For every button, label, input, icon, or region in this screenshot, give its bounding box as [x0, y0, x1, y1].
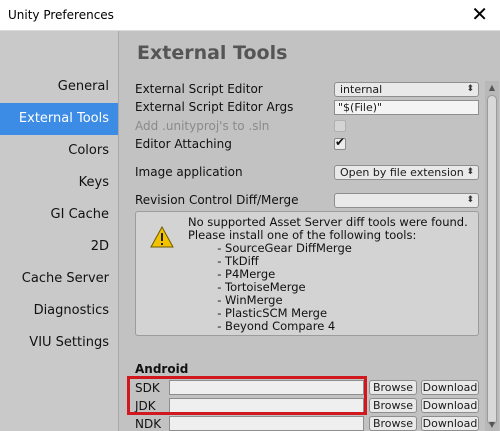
editor-attaching-checkbox[interactable]: ✔: [334, 135, 346, 150]
ndk-path-field[interactable]: [169, 416, 364, 431]
sidebar-item-external-tools[interactable]: External Tools: [0, 103, 118, 135]
external-script-editor-args-label: External Script Editor Args: [135, 100, 294, 114]
revision-control-label: Revision Control Diff/Merge: [135, 193, 299, 207]
image-application-value: Open by file extension: [340, 166, 464, 179]
window-title: Unity Preferences: [8, 8, 114, 22]
warning-icon: [150, 226, 174, 248]
chevron-updown-icon: ⬍: [466, 84, 474, 94]
sidebar-item-viu-settings[interactable]: VIU Settings: [0, 327, 118, 359]
page-title: External Tools: [137, 42, 288, 64]
external-script-editor-label: External Script Editor: [135, 82, 263, 96]
sidebar-item-general[interactable]: General: [0, 71, 118, 103]
annotation-highlight-box: [127, 376, 367, 415]
scroll-up-icon[interactable]: ▲: [485, 82, 499, 94]
external-script-editor-value: internal: [340, 83, 383, 96]
scroll-down-icon[interactable]: ▼: [485, 419, 499, 431]
preferences-content: External Tools External Script Editor in…: [119, 31, 500, 431]
sidebar-item-colors[interactable]: Colors: [0, 135, 118, 167]
jdk-browse-button[interactable]: Browse: [369, 398, 417, 413]
sidebar: General External Tools Colors Keys GI Ca…: [0, 31, 119, 431]
external-script-editor-args-input[interactable]: "$(File)": [334, 100, 479, 115]
ndk-download-button[interactable]: Download: [421, 416, 479, 431]
close-icon[interactable]: ✕: [471, 3, 488, 25]
sidebar-item-diagnostics[interactable]: Diagnostics: [0, 295, 118, 327]
jdk-download-button[interactable]: Download: [421, 398, 479, 413]
sidebar-item-cache-server[interactable]: Cache Server: [0, 263, 118, 295]
checkmark-icon: ✔: [335, 135, 346, 149]
chevron-updown-icon: ⬍: [466, 167, 474, 177]
vertical-scrollbar[interactable]: ▲ ▼: [485, 81, 499, 431]
sdk-browse-button[interactable]: Browse: [369, 380, 417, 395]
ndk-label: NDK: [135, 417, 162, 431]
add-unityproj-checkbox: [334, 120, 346, 132]
chevron-updown-icon: ⬍: [466, 195, 474, 205]
warning-help-box: No supported Asset Server diff tools wer…: [135, 211, 479, 336]
editor-attaching-label: Editor Attaching: [135, 137, 232, 151]
title-bar: Unity Preferences ✕: [0, 0, 500, 31]
scrollbar-thumb[interactable]: [487, 95, 497, 425]
external-script-editor-dropdown[interactable]: internal ⬍: [334, 82, 479, 97]
sidebar-item-keys[interactable]: Keys: [0, 167, 118, 199]
android-section-heading: Android: [135, 362, 189, 376]
ndk-browse-button[interactable]: Browse: [369, 416, 417, 431]
sidebar-item-2d[interactable]: 2D: [0, 231, 118, 263]
image-application-label: Image application: [135, 165, 243, 179]
sidebar-item-gi-cache[interactable]: GI Cache: [0, 199, 118, 231]
sdk-download-button[interactable]: Download: [421, 380, 479, 395]
revision-control-dropdown[interactable]: ⬍: [334, 193, 479, 208]
add-unityproj-label: Add .unityproj's to .sln: [135, 119, 270, 133]
image-application-dropdown[interactable]: Open by file extension ⬍: [334, 165, 479, 180]
warning-message: No supported Asset Server diff tools wer…: [188, 215, 468, 333]
